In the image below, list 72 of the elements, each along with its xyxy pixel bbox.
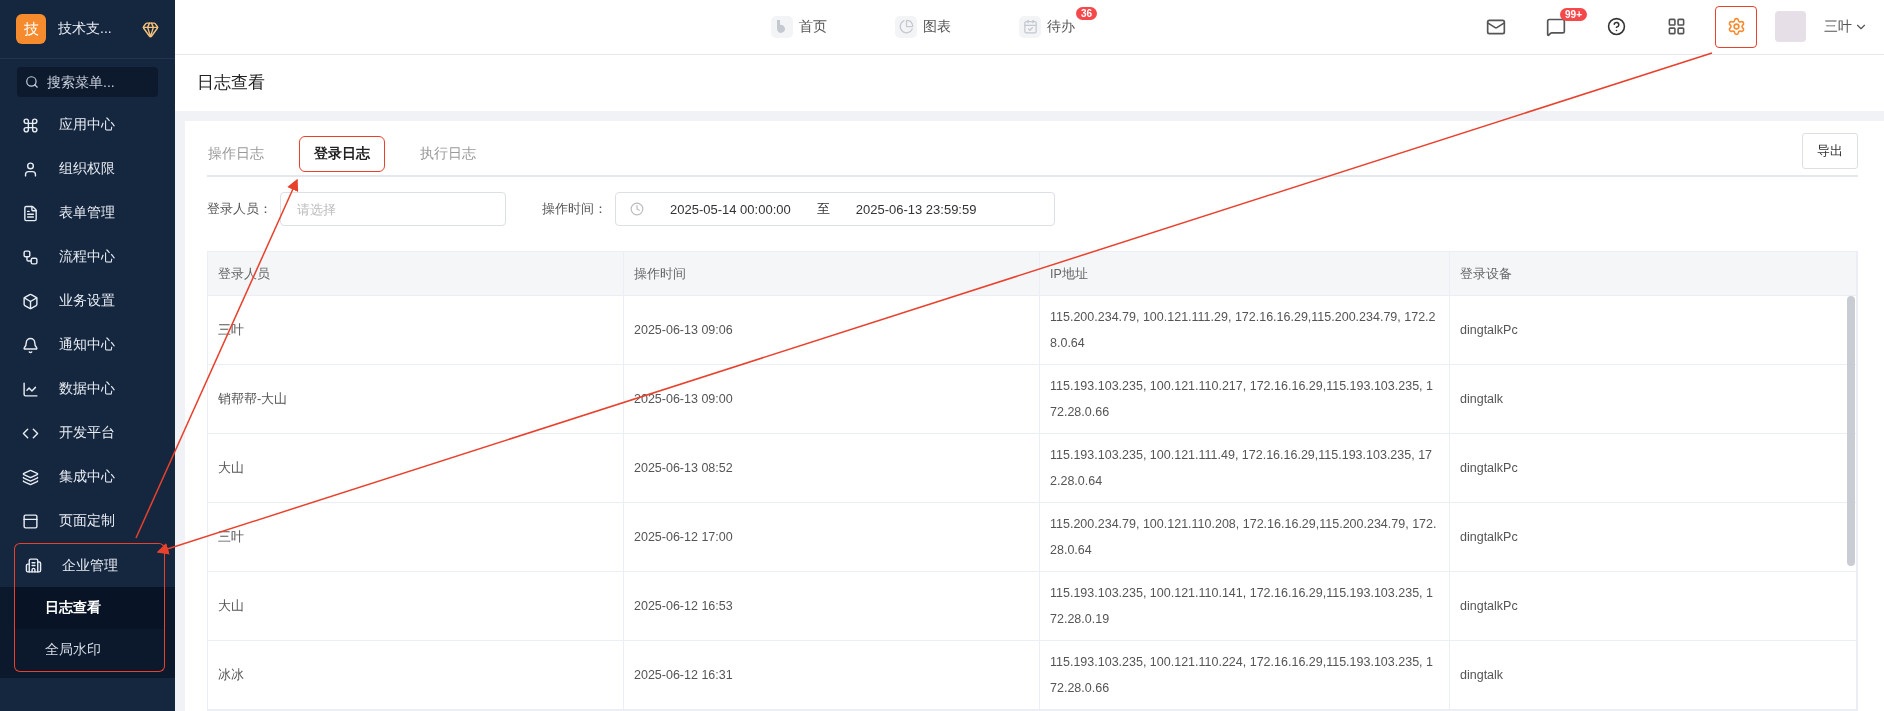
- search-icon: [25, 75, 39, 89]
- person-select-field[interactable]: 请选择: [280, 192, 506, 226]
- table-cell: 2025-06-12 16:31: [624, 641, 1040, 709]
- sidebar-item[interactable]: 开发平台: [0, 411, 175, 455]
- sidebar-item[interactable]: 表单管理: [0, 191, 175, 235]
- count-badge: 36: [1075, 6, 1097, 20]
- flow-icon: [22, 248, 39, 266]
- table-cell: 2025-06-13 09:00: [624, 365, 1040, 433]
- nav-link[interactable]: 图表: [923, 17, 951, 36]
- sidebar-item[interactable]: 组织权限: [0, 147, 175, 191]
- sidebar-item[interactable]: 业务设置: [0, 279, 175, 323]
- sidebar-item[interactable]: 集成中心: [0, 455, 175, 499]
- table-cell: 2025-06-12 17:00: [624, 503, 1040, 571]
- calendar-icon: [1019, 15, 1041, 38]
- command-icon: [22, 116, 39, 134]
- line-chart-icon: [22, 380, 39, 398]
- panel-icon: [22, 512, 39, 530]
- table-cell: 冰冰: [208, 641, 624, 709]
- clock-icon: [630, 202, 644, 216]
- table-cell: 2025-06-12 16:53: [624, 572, 1040, 640]
- user-icon: [22, 160, 39, 178]
- diamond-icon: [142, 20, 159, 38]
- menu-search-input[interactable]: 搜索菜单...: [45, 73, 145, 91]
- table-cell: 115.193.103.235, 100.121.110.217, 172.16.16.29,115.193.103.235, 172.28.0.66: [1040, 365, 1450, 433]
- cube-icon: [22, 292, 39, 310]
- table-cell: 115.193.103.235, 100.121.111.49, 172.16.16.29,115.193.103.235, 172.28.0.64: [1040, 434, 1450, 502]
- settings-icon: [1726, 17, 1746, 37]
- help-icon: [1606, 17, 1626, 37]
- sidebar-subitem[interactable]: 日志查看: [15, 587, 164, 629]
- page-title: 日志查看: [175, 54, 1884, 111]
- table-cell: 大山: [208, 434, 624, 502]
- sidebar-item[interactable]: 数据中心: [0, 367, 175, 411]
- org-name[interactable]: 技术支...: [58, 20, 130, 38]
- scrollbar[interactable]: [1847, 296, 1855, 566]
- nav-link[interactable]: 首页: [799, 17, 827, 36]
- table-cell: dingtalk: [1450, 641, 1857, 709]
- sidebar-subitem[interactable]: 全局水印: [15, 629, 164, 671]
- table-cell: 大山: [208, 572, 624, 640]
- field-label: 登录人员：: [207, 200, 272, 218]
- sidebar-item[interactable]: 应用中心: [0, 103, 175, 147]
- nav-link[interactable]: 待办: [1047, 17, 1075, 36]
- pie-chart-icon: [895, 15, 917, 38]
- bell-icon: [22, 336, 39, 354]
- table-cell: dingtalkPc: [1450, 572, 1857, 640]
- document-icon: [22, 204, 39, 222]
- count-badge: 99+: [1560, 7, 1587, 21]
- table-cell: 2025-06-13 09:06: [624, 296, 1040, 364]
- grid-icon: [1666, 17, 1686, 37]
- sidebar-item[interactable]: 通知中心: [0, 323, 175, 367]
- table-cell: 115.200.234.79, 100.121.110.208, 172.16.16.29,115.200.234.79, 172.28.0.64: [1040, 503, 1450, 571]
- column-header: IP地址: [1040, 252, 1450, 295]
- table-cell: 115.193.103.235, 100.121.110.224, 172.16.16.29,115.193.103.235, 172.28.0.66: [1040, 641, 1450, 709]
- org-logo: 技: [16, 14, 46, 44]
- field-label: 操作时间：: [542, 200, 607, 218]
- b-letter-icon: [771, 15, 793, 38]
- table-cell: 115.200.234.79, 100.121.111.29, 172.16.16.29,115.200.234.79, 172.28.0.64: [1040, 296, 1450, 364]
- table-cell: 销帮帮-大山: [208, 365, 624, 433]
- menu-search-field[interactable]: 搜索菜单...: [17, 67, 158, 97]
- column-header: 操作时间: [624, 252, 1040, 295]
- column-header: 登录设备: [1450, 252, 1857, 295]
- chat-icon: [1546, 16, 1566, 37]
- layers-icon: [22, 468, 39, 486]
- building-icon: [25, 557, 42, 574]
- tab[interactable]: 登录日志: [299, 136, 385, 172]
- export-button[interactable]: 导出: [1802, 133, 1858, 169]
- user-menu-button[interactable]: 三叶: [1824, 17, 1868, 36]
- table-cell: 115.193.103.235, 100.121.110.141, 172.16.16.29,115.193.103.235, 172.28.0.19: [1040, 572, 1450, 640]
- sidebar-item[interactable]: 流程中心: [0, 235, 175, 279]
- sidebar-item[interactable]: 页面定制: [0, 499, 175, 543]
- date-range-field[interactable]: 2025-05-14 00:00:00 至 2025-06-13 23:59:59: [615, 192, 1055, 226]
- settings-button[interactable]: [1715, 5, 1757, 48]
- table-cell: 2025-06-13 08:52: [624, 434, 1040, 502]
